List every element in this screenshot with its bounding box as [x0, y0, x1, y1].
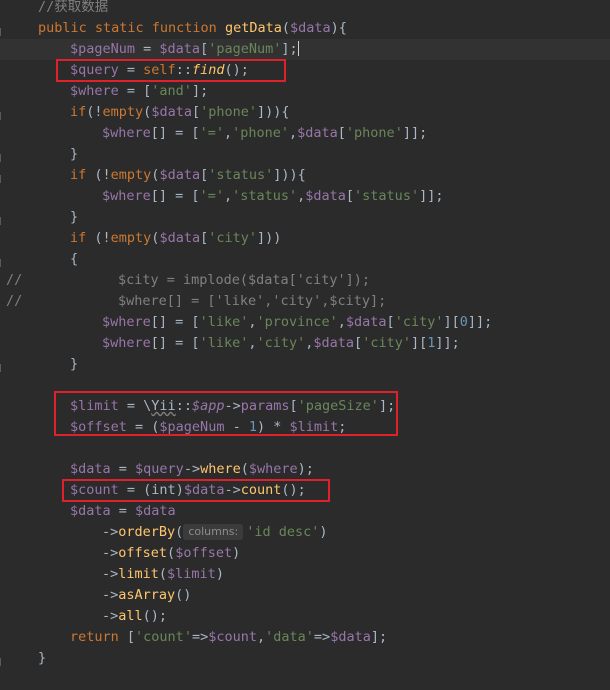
code-line-14[interactable]: // $city = implode($data['city']); [0, 270, 610, 291]
code-line-18[interactable]: } [0, 354, 610, 375]
code-line-8[interactable]: } [0, 144, 610, 165]
fold-marker[interactable] [0, 364, 5, 372]
fold-marker[interactable] [0, 112, 5, 120]
param-data: $data [289, 20, 331, 36]
code-line-2[interactable]: public static function getData($data){ [0, 18, 610, 39]
code-line-17[interactable]: $where[] = ['like','city',$data['city'][… [0, 333, 610, 354]
code-line-30[interactable]: ->all(); [0, 606, 610, 627]
code-line-6[interactable]: if(!empty($data['phone'])){ [0, 102, 610, 123]
fold-marker[interactable] [0, 28, 5, 36]
code-line-25[interactable]: $data = $data [0, 501, 610, 522]
highlight-box-query [56, 59, 286, 82]
comment: //获取数据 [38, 0, 109, 15]
fold-marker[interactable] [0, 259, 5, 267]
code-line-16[interactable]: $where[] = ['like','province',$data['cit… [0, 312, 610, 333]
code-line-10[interactable]: $where[] = ['=','status',$data['status']… [0, 186, 610, 207]
fold-marker[interactable] [0, 658, 5, 666]
code-line-27[interactable]: ->offset($offset) [0, 543, 610, 564]
parameter-hint: columns: [183, 524, 244, 540]
text-caret [297, 41, 299, 56]
code-line-1[interactable]: //获取数据 [0, 0, 610, 18]
code-line-12[interactable]: if (!empty($data['city'])) [0, 228, 610, 249]
code-line-26[interactable]: ->orderBy(columns:'id desc') [0, 522, 610, 543]
fold-marker[interactable] [0, 175, 5, 183]
code-line-11[interactable]: } [0, 207, 610, 228]
code-line-9[interactable]: if (!empty($data['status'])){ [0, 165, 610, 186]
code-line-28[interactable]: ->limit($limit) [0, 564, 610, 585]
fold-marker[interactable] [0, 217, 5, 225]
code-line-31[interactable]: return ['count'=>$count,'data'=>$data]; [0, 627, 610, 648]
code-line-3[interactable]: $pageNum = $data['pageNum']; [0, 39, 610, 60]
code-line-23[interactable]: $data = $query->where($where); [0, 459, 610, 480]
function-name: getData [224, 20, 282, 36]
code-line-29[interactable]: ->asArray() [0, 585, 610, 606]
code-line-5[interactable]: $where = ['and']; [0, 81, 610, 102]
code-line-32[interactable]: } [0, 648, 610, 669]
highlight-box-count [62, 479, 330, 502]
code-line-7[interactable]: $where[] = ['=','phone',$data['phone']]; [0, 123, 610, 144]
highlight-box-limit-offset [54, 391, 398, 436]
code-line-13[interactable]: { [0, 249, 610, 270]
keyword-public-static-function: public static function [38, 20, 225, 36]
fold-marker[interactable] [0, 154, 5, 162]
code-line-15[interactable]: // $where[] = ['like','city',$city]; [0, 291, 610, 312]
